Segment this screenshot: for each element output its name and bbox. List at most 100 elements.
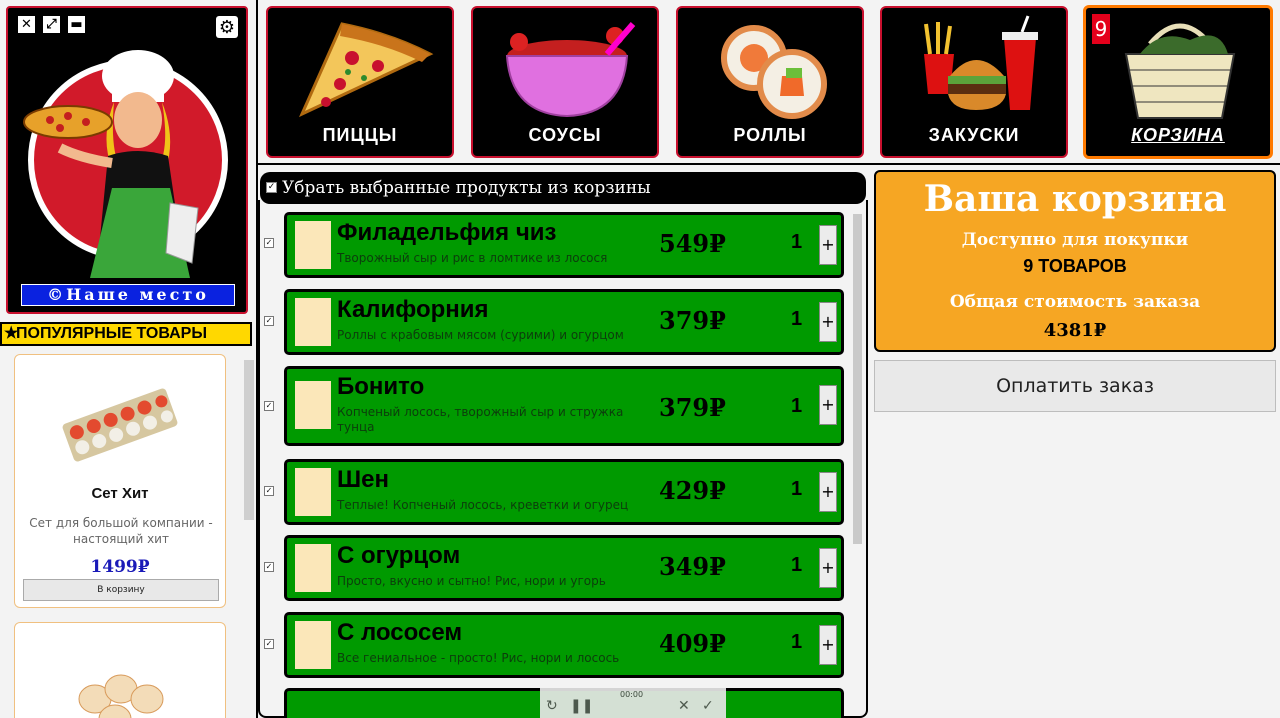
- category-pizza[interactable]: ПИЦЦЫ: [266, 6, 454, 158]
- increase-quantity-button[interactable]: +: [819, 472, 837, 512]
- category-label: РОЛЛЫ: [733, 125, 807, 145]
- item-quantity: 1: [791, 631, 803, 653]
- item-price: 409₽: [659, 629, 726, 658]
- increase-quantity-button[interactable]: +: [819, 302, 837, 342]
- item-name: Филадельфия чиз: [337, 219, 557, 246]
- media-control-bar: 00:00 ↻ ❚❚ ✕ ✓: [540, 688, 726, 718]
- divider-horizontal: [256, 163, 1280, 165]
- close-icon[interactable]: ✕: [16, 14, 37, 35]
- popular-item-name: Сет Хит: [91, 485, 149, 502]
- burger-icon: [924, 15, 1038, 110]
- roll-thumbnail: [295, 298, 331, 346]
- remove-selected-button[interactable]: ✓ Убрать выбранные продукты из корзины: [260, 172, 866, 204]
- popular-header: ★ ПОПУЛЯРНЫЕ ТОВАРЫ: [0, 322, 252, 346]
- item-checkbox[interactable]: ✓: [264, 486, 274, 496]
- item-price: 349₽: [659, 552, 726, 581]
- increase-quantity-button[interactable]: +: [819, 625, 837, 665]
- popular-scrollbar[interactable]: [244, 360, 254, 520]
- item-price: 429₽: [659, 476, 726, 505]
- item-quantity: 1: [791, 478, 803, 500]
- item-description: Творожный сыр и рис в ломтике из лосося: [337, 251, 608, 265]
- remove-selected-label: Убрать выбранные продукты из корзины: [282, 178, 651, 198]
- cart-scrollbar[interactable]: [853, 214, 862, 544]
- summary-available-label: Доступно для покупки: [961, 230, 1189, 250]
- category-rolls[interactable]: РОЛЛЫ: [676, 6, 864, 158]
- cart-item: Бонито Копченый лосось, творожный сыр и …: [284, 366, 844, 446]
- summary-title: Ваша корзина: [923, 178, 1227, 220]
- cart-item: С огурцом Просто, вкусно и сытно! Рис, н…: [284, 535, 844, 601]
- minimize-icon[interactable]: ▬: [66, 14, 87, 35]
- category-snacks[interactable]: ЗАКУСКИ: [880, 6, 1068, 158]
- roll-thumbnail: [295, 221, 331, 269]
- summary-total-label: Общая стоимость заказа: [949, 292, 1201, 312]
- popular-card: Сет Хит Сет для большой компании - насто…: [14, 354, 226, 608]
- summary-item-count: 9 ТОВАРОВ: [1023, 256, 1127, 276]
- media-time: 00:00: [620, 690, 644, 699]
- category-label: ЗАКУСКИ: [928, 125, 1020, 145]
- item-checkbox[interactable]: ✓: [264, 238, 274, 248]
- gear-icon[interactable]: ⚙: [216, 16, 238, 38]
- chef-mascot-image: [23, 50, 199, 278]
- item-quantity: 1: [791, 308, 803, 330]
- roll-icon: [721, 25, 827, 119]
- increase-quantity-button[interactable]: +: [819, 548, 837, 588]
- item-description: Роллы с крабовым мясом (сурими) и огурцо…: [337, 328, 624, 342]
- popular-item-description: Сет для большой компании - настоящий хит: [29, 516, 213, 546]
- cart-item: Филадельфия чиз Творожный сыр и рис в ло…: [284, 212, 844, 278]
- cart-summary: Ваша корзина Доступно для покупки 9 ТОВА…: [874, 170, 1276, 352]
- roll-thumbnail: [295, 621, 331, 669]
- item-checkbox[interactable]: ✓: [264, 639, 274, 649]
- item-checkbox[interactable]: ✓: [264, 401, 274, 411]
- item-name: С огурцом: [337, 542, 461, 569]
- item-description: Просто, вкусно и сытно! Рис, нори и угор…: [337, 574, 606, 588]
- close-icon[interactable]: ✕: [678, 698, 690, 714]
- confirm-icon[interactable]: ✓: [702, 698, 714, 714]
- roll-thumbnail: [295, 468, 331, 516]
- increase-quantity-button[interactable]: +: [819, 385, 837, 425]
- summary-total: 4381₽: [1043, 320, 1107, 341]
- window-controls: ✕ ⤢ ▬: [16, 14, 87, 35]
- set-hit-image: [62, 388, 178, 462]
- popular-card: [14, 622, 226, 718]
- popular-item-price: 1499₽: [90, 557, 150, 577]
- item-quantity: 1: [791, 231, 803, 253]
- popular-list[interactable]: Сет Хит Сет для большой компании - насто…: [0, 348, 256, 718]
- app-root: ✕ ⤢ ▬ ⚙ ©Наше место ★ ПОПУЛЯРНЫЕ ТОВАРЫ …: [0, 0, 1280, 718]
- cart-item: С лососем Все гениальное - просто! Рис, …: [284, 612, 844, 678]
- item-price: 379₽: [659, 393, 726, 422]
- brand-name: ©Наше место: [21, 284, 235, 306]
- pause-icon[interactable]: ❚❚: [570, 698, 593, 714]
- basket-icon: [1124, 23, 1236, 119]
- logo-panel: ✕ ⤢ ▬ ⚙ ©Наше место: [6, 6, 248, 314]
- item-description: Теплые! Копченый лосось, креветки и огур…: [337, 498, 629, 512]
- item-price: 379₽: [659, 306, 726, 335]
- item-name: С лососем: [337, 619, 463, 646]
- fullscreen-icon[interactable]: ⤢: [41, 14, 62, 35]
- reload-icon[interactable]: ↻: [546, 698, 558, 714]
- category-label: СОУСЫ: [528, 125, 602, 145]
- category-label: ПИЦЦЫ: [322, 125, 398, 145]
- category-sauces[interactable]: СОУСЫ: [471, 6, 659, 158]
- category-label: КОРЗИНА: [1131, 125, 1225, 145]
- sauce-bowl-icon: [505, 22, 636, 118]
- item-price: 549₽: [659, 229, 726, 258]
- item-checkbox[interactable]: ✓: [264, 316, 274, 326]
- item-description: Все гениальное - просто! Рис, нори и лос…: [337, 651, 620, 665]
- select-all-checkbox[interactable]: ✓: [266, 182, 277, 193]
- increase-quantity-button[interactable]: +: [819, 225, 837, 265]
- item-name: Бонито: [337, 373, 425, 400]
- item-checkbox[interactable]: ✓: [264, 562, 274, 572]
- pizza-icon: [298, 22, 434, 118]
- popular-item-image: [78, 674, 164, 718]
- item-name: Шен: [337, 466, 389, 493]
- cart-item: Калифорния Роллы с крабовым мясом (сурим…: [284, 289, 844, 355]
- pay-order-button[interactable]: Оплатить заказ: [874, 360, 1276, 412]
- cart-item: Шен Теплые! Копченый лосось, креветки и …: [284, 459, 844, 525]
- add-to-cart-button[interactable]: В корзину: [23, 579, 219, 601]
- category-cart[interactable]: 9 КОРЗИНА: [1083, 5, 1273, 159]
- roll-thumbnail: [295, 544, 331, 592]
- item-quantity: 1: [791, 395, 803, 417]
- roll-thumbnail: [295, 381, 331, 429]
- popular-title: ПОПУЛЯРНЫЕ ТОВАРЫ: [16, 325, 207, 342]
- item-quantity: 1: [791, 554, 803, 576]
